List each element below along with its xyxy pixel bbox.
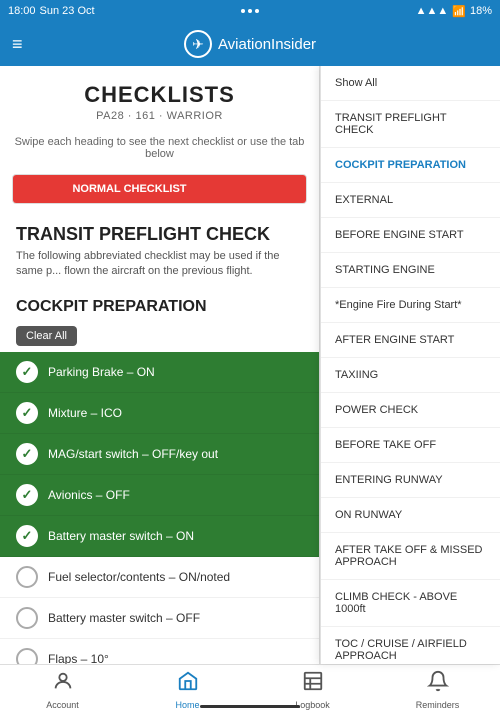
check-circle xyxy=(16,607,38,629)
dropdown-item-on-runway[interactable]: ON RUNWAY xyxy=(321,498,500,533)
app-title: AviationInsider xyxy=(218,36,316,53)
transit-heading: TRANSIT PREFLIGHT CHECK xyxy=(0,212,319,249)
signal-icon: ▲▲▲ xyxy=(416,5,449,17)
header-logo: ✈ AviationInsider xyxy=(184,30,316,58)
dropdown-item-engine-fire[interactable]: *Engine Fire During Start* xyxy=(321,288,500,323)
item-text: Avionics – OFF xyxy=(48,488,130,502)
checkmark-icon: ✓ xyxy=(22,446,33,462)
dropdown-item-after-takeoff[interactable]: AFTER TAKE OFF & MISSED APPROACH xyxy=(321,533,500,580)
wifi-icon: 📶 xyxy=(452,5,466,18)
item-text: Flaps – 10° xyxy=(48,652,109,664)
nav-item-reminders[interactable]: Reminders xyxy=(375,670,500,710)
nav-label-home: Home xyxy=(175,700,199,710)
home-indicator xyxy=(200,705,300,708)
checkmark-icon: ✓ xyxy=(22,364,33,380)
item-text: Fuel selector/contents – ON/noted xyxy=(48,570,230,584)
dropdown-item-transit[interactable]: TRANSIT PREFLIGHT CHECK xyxy=(321,101,500,148)
status-bar-left: 18:00 Sun 23 Oct xyxy=(8,5,95,17)
dropdown-item-entering-runway[interactable]: ENTERING RUNWAY xyxy=(321,463,500,498)
dropdown-item-before-takeoff[interactable]: BEFORE TAKE OFF xyxy=(321,428,500,463)
dropdown-item-taxiing[interactable]: TAXIING xyxy=(321,358,500,393)
checklist-item[interactable]: ✓ Avionics – OFF xyxy=(0,475,319,516)
page-title-section: CHECKLISTS PA28 · 161 · WARRIOR xyxy=(0,66,319,130)
nav-label-logbook: Logbook xyxy=(295,700,330,710)
check-circle: ✓ xyxy=(16,402,38,424)
logo-circle: ✈ xyxy=(184,30,212,58)
status-bar: 18:00 Sun 23 Oct ▲▲▲ 📶 18% xyxy=(0,0,500,22)
checkmark-icon: ✓ xyxy=(22,528,33,544)
dropdown-item-before-engine[interactable]: BEFORE ENGINE START xyxy=(321,218,500,253)
tab-extra[interactable] xyxy=(246,175,306,203)
cockpit-clear-all-button[interactable]: Clear All xyxy=(16,326,77,346)
dropdown-item-external[interactable]: EXTERNAL xyxy=(321,183,500,218)
tab-normal-checklist[interactable]: NORMAL CHECKLIST xyxy=(13,175,246,203)
cockpit-section: COCKPIT PREPARATION Clear All ✓ Parking … xyxy=(0,288,319,664)
reminders-icon xyxy=(427,670,449,698)
dropdown-item-toc-cruise[interactable]: TOC / CRUISE / AIRFIELD APPROACH xyxy=(321,627,500,664)
status-bar-right: ▲▲▲ 📶 18% xyxy=(416,5,492,18)
check-circle: ✓ xyxy=(16,443,38,465)
page-subtitle: PA28 · 161 · WARRIOR xyxy=(12,110,307,122)
checklist-item[interactable]: ✓ Battery master switch – ON xyxy=(0,516,319,557)
checklist-item[interactable]: Battery master switch – OFF xyxy=(0,598,319,639)
plane-icon: ✈ xyxy=(192,36,204,53)
signal-dots xyxy=(241,9,259,13)
checklist-item[interactable]: ✓ MAG/start switch – OFF/key out xyxy=(0,434,319,475)
swipe-hint: Swipe each heading to see the next check… xyxy=(0,130,319,166)
check-circle: ✓ xyxy=(16,361,38,383)
dropdown-item-after-engine[interactable]: AFTER ENGINE START xyxy=(321,323,500,358)
logbook-icon xyxy=(302,670,324,698)
checklist-item[interactable]: Flaps – 10° xyxy=(0,639,319,664)
main-content: CHECKLISTS PA28 · 161 · WARRIOR Swipe ea… xyxy=(0,66,500,664)
cockpit-title: COCKPIT PREPARATION xyxy=(0,288,319,322)
nav-item-account[interactable]: Account xyxy=(0,670,125,710)
item-text: Parking Brake – ON xyxy=(48,365,155,379)
item-text: Mixture – ICO xyxy=(48,406,122,420)
checklist-item[interactable]: ✓ Mixture – ICO xyxy=(0,393,319,434)
item-text: MAG/start switch – OFF/key out xyxy=(48,447,218,461)
transit-desc: The following abbreviated checklist may … xyxy=(0,249,319,288)
menu-icon[interactable]: ≡ xyxy=(12,34,23,55)
dropdown-item-cockpit[interactable]: COCKPIT PREPARATION xyxy=(321,148,500,183)
check-circle xyxy=(16,566,38,588)
check-circle: ✓ xyxy=(16,484,38,506)
dropdown-item-climb-check[interactable]: CLIMB CHECK - ABOVE 1000ft xyxy=(321,580,500,627)
dropdown-item-show-all[interactable]: Show All xyxy=(321,66,500,101)
nav-item-logbook[interactable]: Logbook xyxy=(250,670,375,710)
checklist-dropdown: Show All TRANSIT PREFLIGHT CHECK COCKPIT… xyxy=(320,66,500,664)
account-icon xyxy=(52,670,74,698)
date: Sun 23 Oct xyxy=(40,5,95,17)
page-title: CHECKLISTS xyxy=(12,82,307,108)
transit-section: TRANSIT PREFLIGHT CHECK The following ab… xyxy=(0,212,319,288)
dropdown-item-starting-engine[interactable]: STARTING ENGINE xyxy=(321,253,500,288)
check-circle: ✓ xyxy=(16,525,38,547)
left-panel: CHECKLISTS PA28 · 161 · WARRIOR Swipe ea… xyxy=(0,66,320,664)
nav-item-home[interactable]: Home xyxy=(125,670,250,710)
item-text: Battery master switch – ON xyxy=(48,529,194,543)
home-icon xyxy=(177,670,199,698)
checkmark-icon: ✓ xyxy=(22,487,33,503)
dropdown-item-power-check[interactable]: POWER CHECK xyxy=(321,393,500,428)
check-circle xyxy=(16,648,38,664)
checklist-item[interactable]: ✓ Parking Brake – ON xyxy=(0,352,319,393)
tab-bar: NORMAL CHECKLIST xyxy=(12,174,307,204)
header: ≡ ✈ AviationInsider xyxy=(0,22,500,66)
battery-level: 18% xyxy=(470,5,492,17)
nav-label-reminders: Reminders xyxy=(416,700,460,710)
nav-label-account: Account xyxy=(46,700,79,710)
item-text: Battery master switch – OFF xyxy=(48,611,200,625)
checklist-item[interactable]: Fuel selector/contents – ON/noted xyxy=(0,557,319,598)
time: 18:00 xyxy=(8,5,36,17)
checkmark-icon: ✓ xyxy=(22,405,33,421)
